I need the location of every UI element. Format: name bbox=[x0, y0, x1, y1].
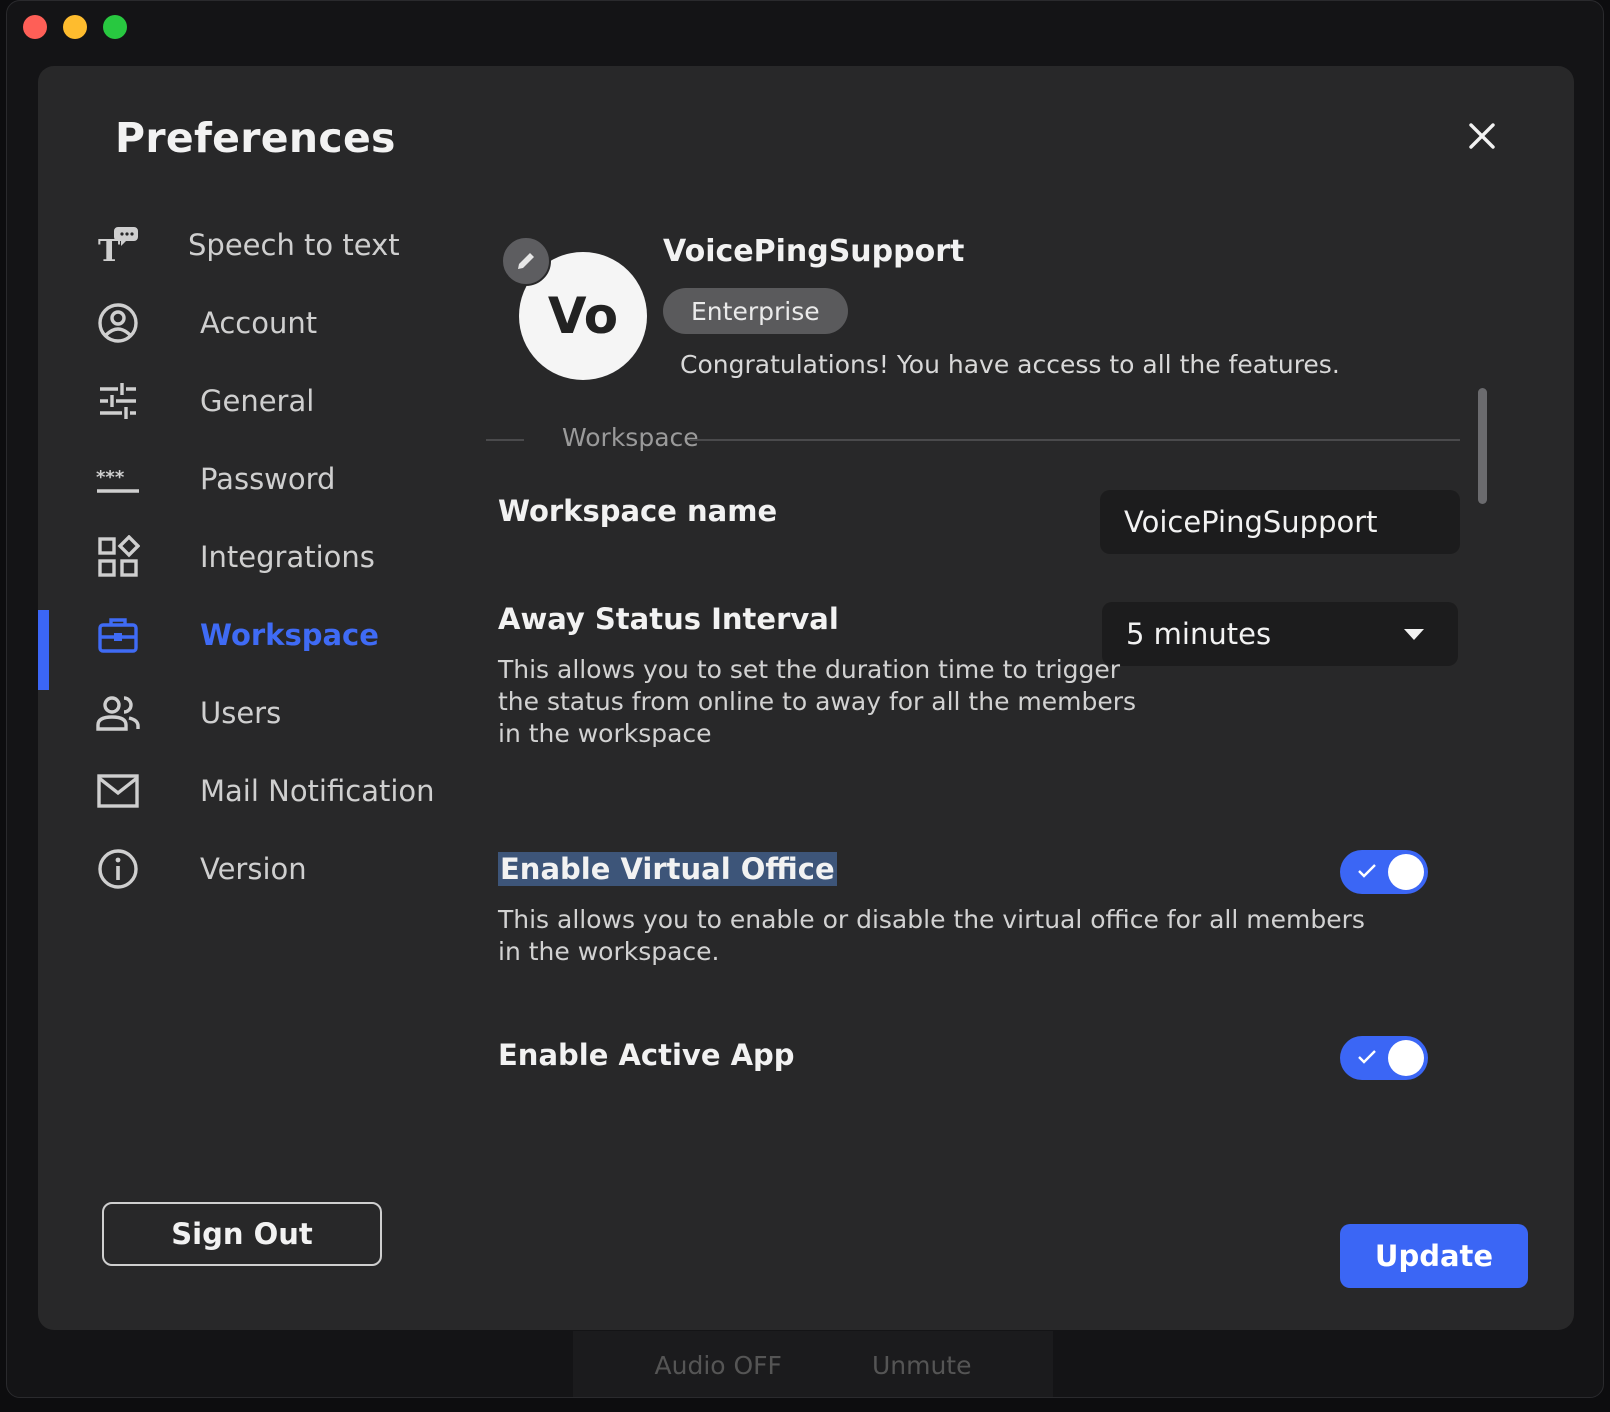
active-app-toggle[interactable] bbox=[1340, 1036, 1428, 1080]
virtual-office-toggle[interactable] bbox=[1340, 850, 1428, 894]
toggle-knob bbox=[1388, 854, 1424, 890]
sidebar-item-integrations[interactable]: Integrations bbox=[38, 522, 458, 592]
away-status-label: Away Status Interval bbox=[498, 602, 839, 636]
away-status-description: This allows you to set the duration time… bbox=[498, 655, 1137, 748]
virtual-office-description: This allows you to enable or disable the… bbox=[498, 905, 1365, 966]
virtual-office-label: Enable Virtual Office bbox=[498, 852, 837, 886]
toggle-knob bbox=[1388, 1040, 1424, 1076]
sidebar-item-account[interactable]: Account bbox=[38, 288, 458, 358]
info-icon bbox=[96, 847, 140, 891]
unmute-button[interactable]: Unmute bbox=[872, 1351, 972, 1380]
caret-down-icon bbox=[1404, 629, 1424, 640]
zoom-window-button[interactable] bbox=[103, 15, 127, 39]
sidebar-item-speech-to-text[interactable]: T Speech to text bbox=[38, 210, 458, 280]
close-modal-button[interactable] bbox=[1462, 116, 1502, 156]
sidebar-item-label: Integrations bbox=[200, 540, 375, 574]
workspace-title: VoicePingSupport bbox=[663, 234, 965, 269]
sign-out-button[interactable]: Sign Out bbox=[102, 1202, 382, 1266]
sidebar-item-workspace[interactable]: Workspace bbox=[38, 600, 458, 670]
scrollbar-thumb[interactable] bbox=[1478, 388, 1487, 504]
away-status-select[interactable]: 5 minutes bbox=[1102, 602, 1458, 666]
minimize-window-button[interactable] bbox=[63, 15, 87, 39]
away-status-value: 5 minutes bbox=[1126, 617, 1272, 651]
sidebar-item-label: Workspace bbox=[200, 618, 379, 652]
sidebar-item-label: Password bbox=[200, 462, 336, 496]
sidebar-item-version[interactable]: Version bbox=[38, 834, 458, 904]
plan-message: Congratulations! You have access to all … bbox=[680, 350, 1340, 379]
preferences-modal: Preferences T Speech to text Account Gen… bbox=[38, 66, 1574, 1330]
integrations-icon bbox=[96, 535, 140, 579]
account-icon bbox=[96, 301, 140, 345]
sidebar-item-mail-notification[interactable]: Mail Notification bbox=[38, 756, 458, 826]
audio-off-button[interactable]: Audio OFF bbox=[655, 1351, 782, 1380]
sidebar-item-general[interactable]: General bbox=[38, 366, 458, 436]
sliders-icon bbox=[96, 379, 140, 423]
close-window-button[interactable] bbox=[23, 15, 47, 39]
users-icon bbox=[96, 691, 140, 735]
sidebar-item-password[interactable]: *** Password bbox=[38, 444, 458, 514]
selected-text: Enable Virtual Office bbox=[498, 852, 837, 886]
check-icon bbox=[1358, 1050, 1376, 1064]
active-app-label: Enable Active App bbox=[498, 1038, 795, 1072]
edit-avatar-button[interactable] bbox=[501, 236, 551, 286]
section-label: Workspace bbox=[562, 423, 699, 452]
workspace-name-label: Workspace name bbox=[498, 494, 778, 528]
window-controls bbox=[23, 15, 127, 39]
sidebar-item-label: Users bbox=[200, 696, 282, 730]
sidebar-item-label: Version bbox=[200, 852, 307, 886]
close-icon bbox=[1469, 123, 1495, 149]
background-call-bar: Audio OFF Unmute bbox=[573, 1331, 1053, 1397]
plan-badge: Enterprise bbox=[663, 288, 848, 334]
sidebar-item-label: Account bbox=[200, 306, 318, 340]
password-icon: *** bbox=[96, 457, 140, 501]
sidebar-item-label: Speech to text bbox=[188, 228, 400, 262]
pencil-icon bbox=[518, 253, 534, 269]
workspace-name-input[interactable] bbox=[1100, 490, 1460, 554]
sidebar-item-users[interactable]: Users bbox=[38, 678, 458, 748]
speech-to-text-icon: T bbox=[96, 223, 140, 267]
mail-icon bbox=[96, 769, 140, 813]
sidebar-item-label: Mail Notification bbox=[200, 774, 435, 808]
sidebar-item-label: General bbox=[200, 384, 315, 418]
section-divider-right bbox=[690, 439, 1460, 441]
check-icon bbox=[1358, 864, 1376, 878]
briefcase-icon bbox=[96, 613, 140, 657]
page-title: Preferences bbox=[115, 114, 396, 162]
section-divider-left bbox=[486, 439, 524, 441]
update-button[interactable]: Update bbox=[1340, 1224, 1528, 1288]
svg-text:***: *** bbox=[96, 467, 125, 488]
